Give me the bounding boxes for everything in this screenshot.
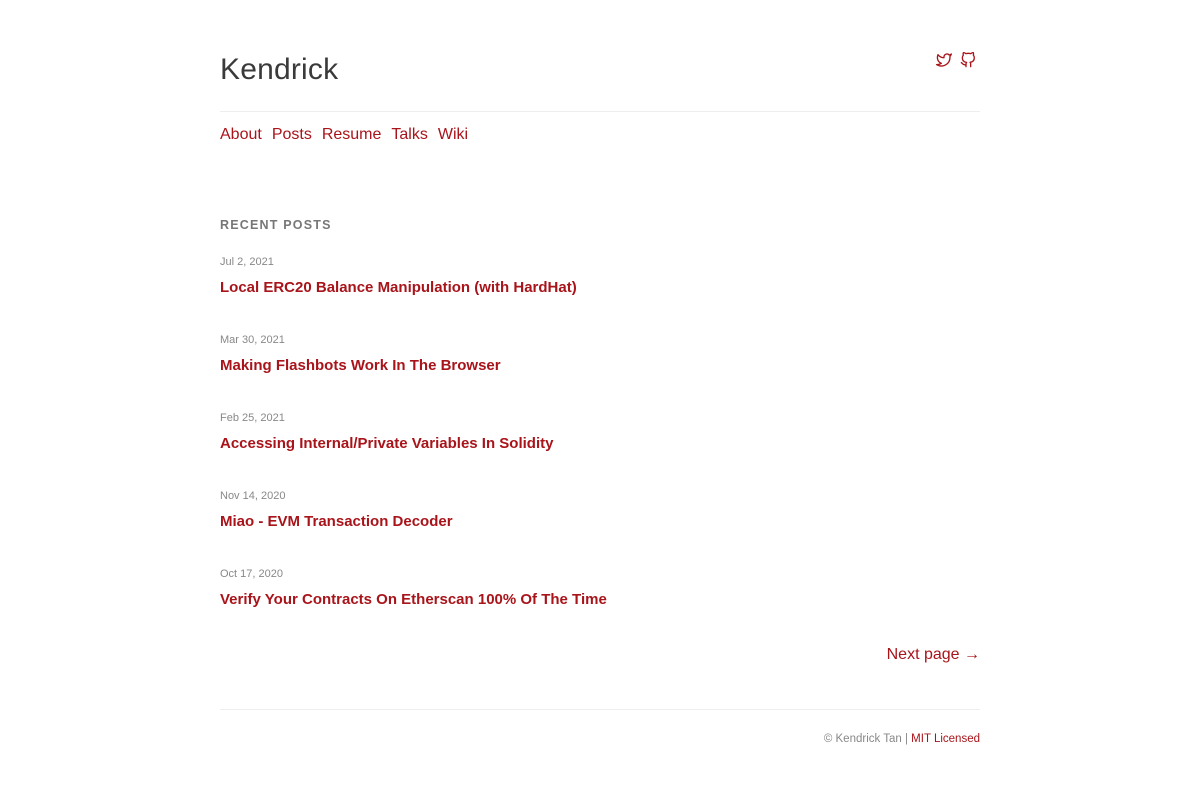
pagination: Next page → bbox=[887, 645, 980, 665]
post-date: Feb 25, 2021 bbox=[220, 412, 285, 424]
list-item: Nov 14, 2020 Miao - EVM Transaction Deco… bbox=[220, 486, 980, 564]
post-date: Mar 30, 2021 bbox=[220, 334, 285, 346]
site-title[interactable]: Kendrick bbox=[220, 52, 338, 88]
list-item: Oct 17, 2020 Verify Your Contracts On Et… bbox=[220, 564, 980, 642]
post-date: Jul 2, 2021 bbox=[220, 256, 274, 268]
nav-about[interactable]: About bbox=[220, 125, 262, 145]
recent-posts-heading: RECENT POSTS bbox=[220, 218, 332, 232]
post-title-link[interactable]: Making Flashbots Work In The Browser bbox=[220, 356, 501, 376]
list-item: Jul 2, 2021 Local ERC20 Balance Manipula… bbox=[220, 252, 980, 330]
post-title-link[interactable]: Local ERC20 Balance Manipulation (with H… bbox=[220, 278, 577, 298]
post-list: Jul 2, 2021 Local ERC20 Balance Manipula… bbox=[220, 252, 980, 642]
nav-talks[interactable]: Talks bbox=[391, 125, 427, 145]
twitter-link[interactable] bbox=[936, 51, 952, 69]
post-title-link[interactable]: Miao - EVM Transaction Decoder bbox=[220, 512, 453, 532]
page: Kendrick About Posts Resume Talks Wiki R… bbox=[220, 0, 980, 800]
twitter-icon bbox=[936, 51, 952, 69]
list-item: Feb 25, 2021 Accessing Internal/Private … bbox=[220, 408, 980, 486]
next-page-link[interactable]: Next page → bbox=[887, 646, 980, 663]
footer-divider bbox=[220, 709, 980, 710]
post-title-link[interactable]: Verify Your Contracts On Etherscan 100% … bbox=[220, 590, 607, 610]
nav-resume[interactable]: Resume bbox=[322, 125, 382, 145]
main-nav: About Posts Resume Talks Wiki bbox=[220, 125, 468, 145]
list-item: Mar 30, 2021 Making Flashbots Work In Th… bbox=[220, 330, 980, 408]
site-footer: © Kendrick Tan | MIT Licensed bbox=[824, 732, 980, 746]
post-date: Oct 17, 2020 bbox=[220, 568, 283, 580]
license-link[interactable]: MIT Licensed bbox=[911, 733, 980, 745]
github-link[interactable] bbox=[960, 51, 976, 69]
post-date: Nov 14, 2020 bbox=[220, 490, 286, 502]
nav-wiki[interactable]: Wiki bbox=[438, 125, 468, 145]
github-icon bbox=[960, 51, 976, 69]
site-header: Kendrick bbox=[220, 0, 980, 112]
nav-posts[interactable]: Posts bbox=[272, 125, 312, 145]
copyright-text: © Kendrick Tan | bbox=[823, 733, 908, 745]
post-title-link[interactable]: Accessing Internal/Private Variables In … bbox=[220, 434, 553, 454]
social-links bbox=[936, 51, 976, 69]
